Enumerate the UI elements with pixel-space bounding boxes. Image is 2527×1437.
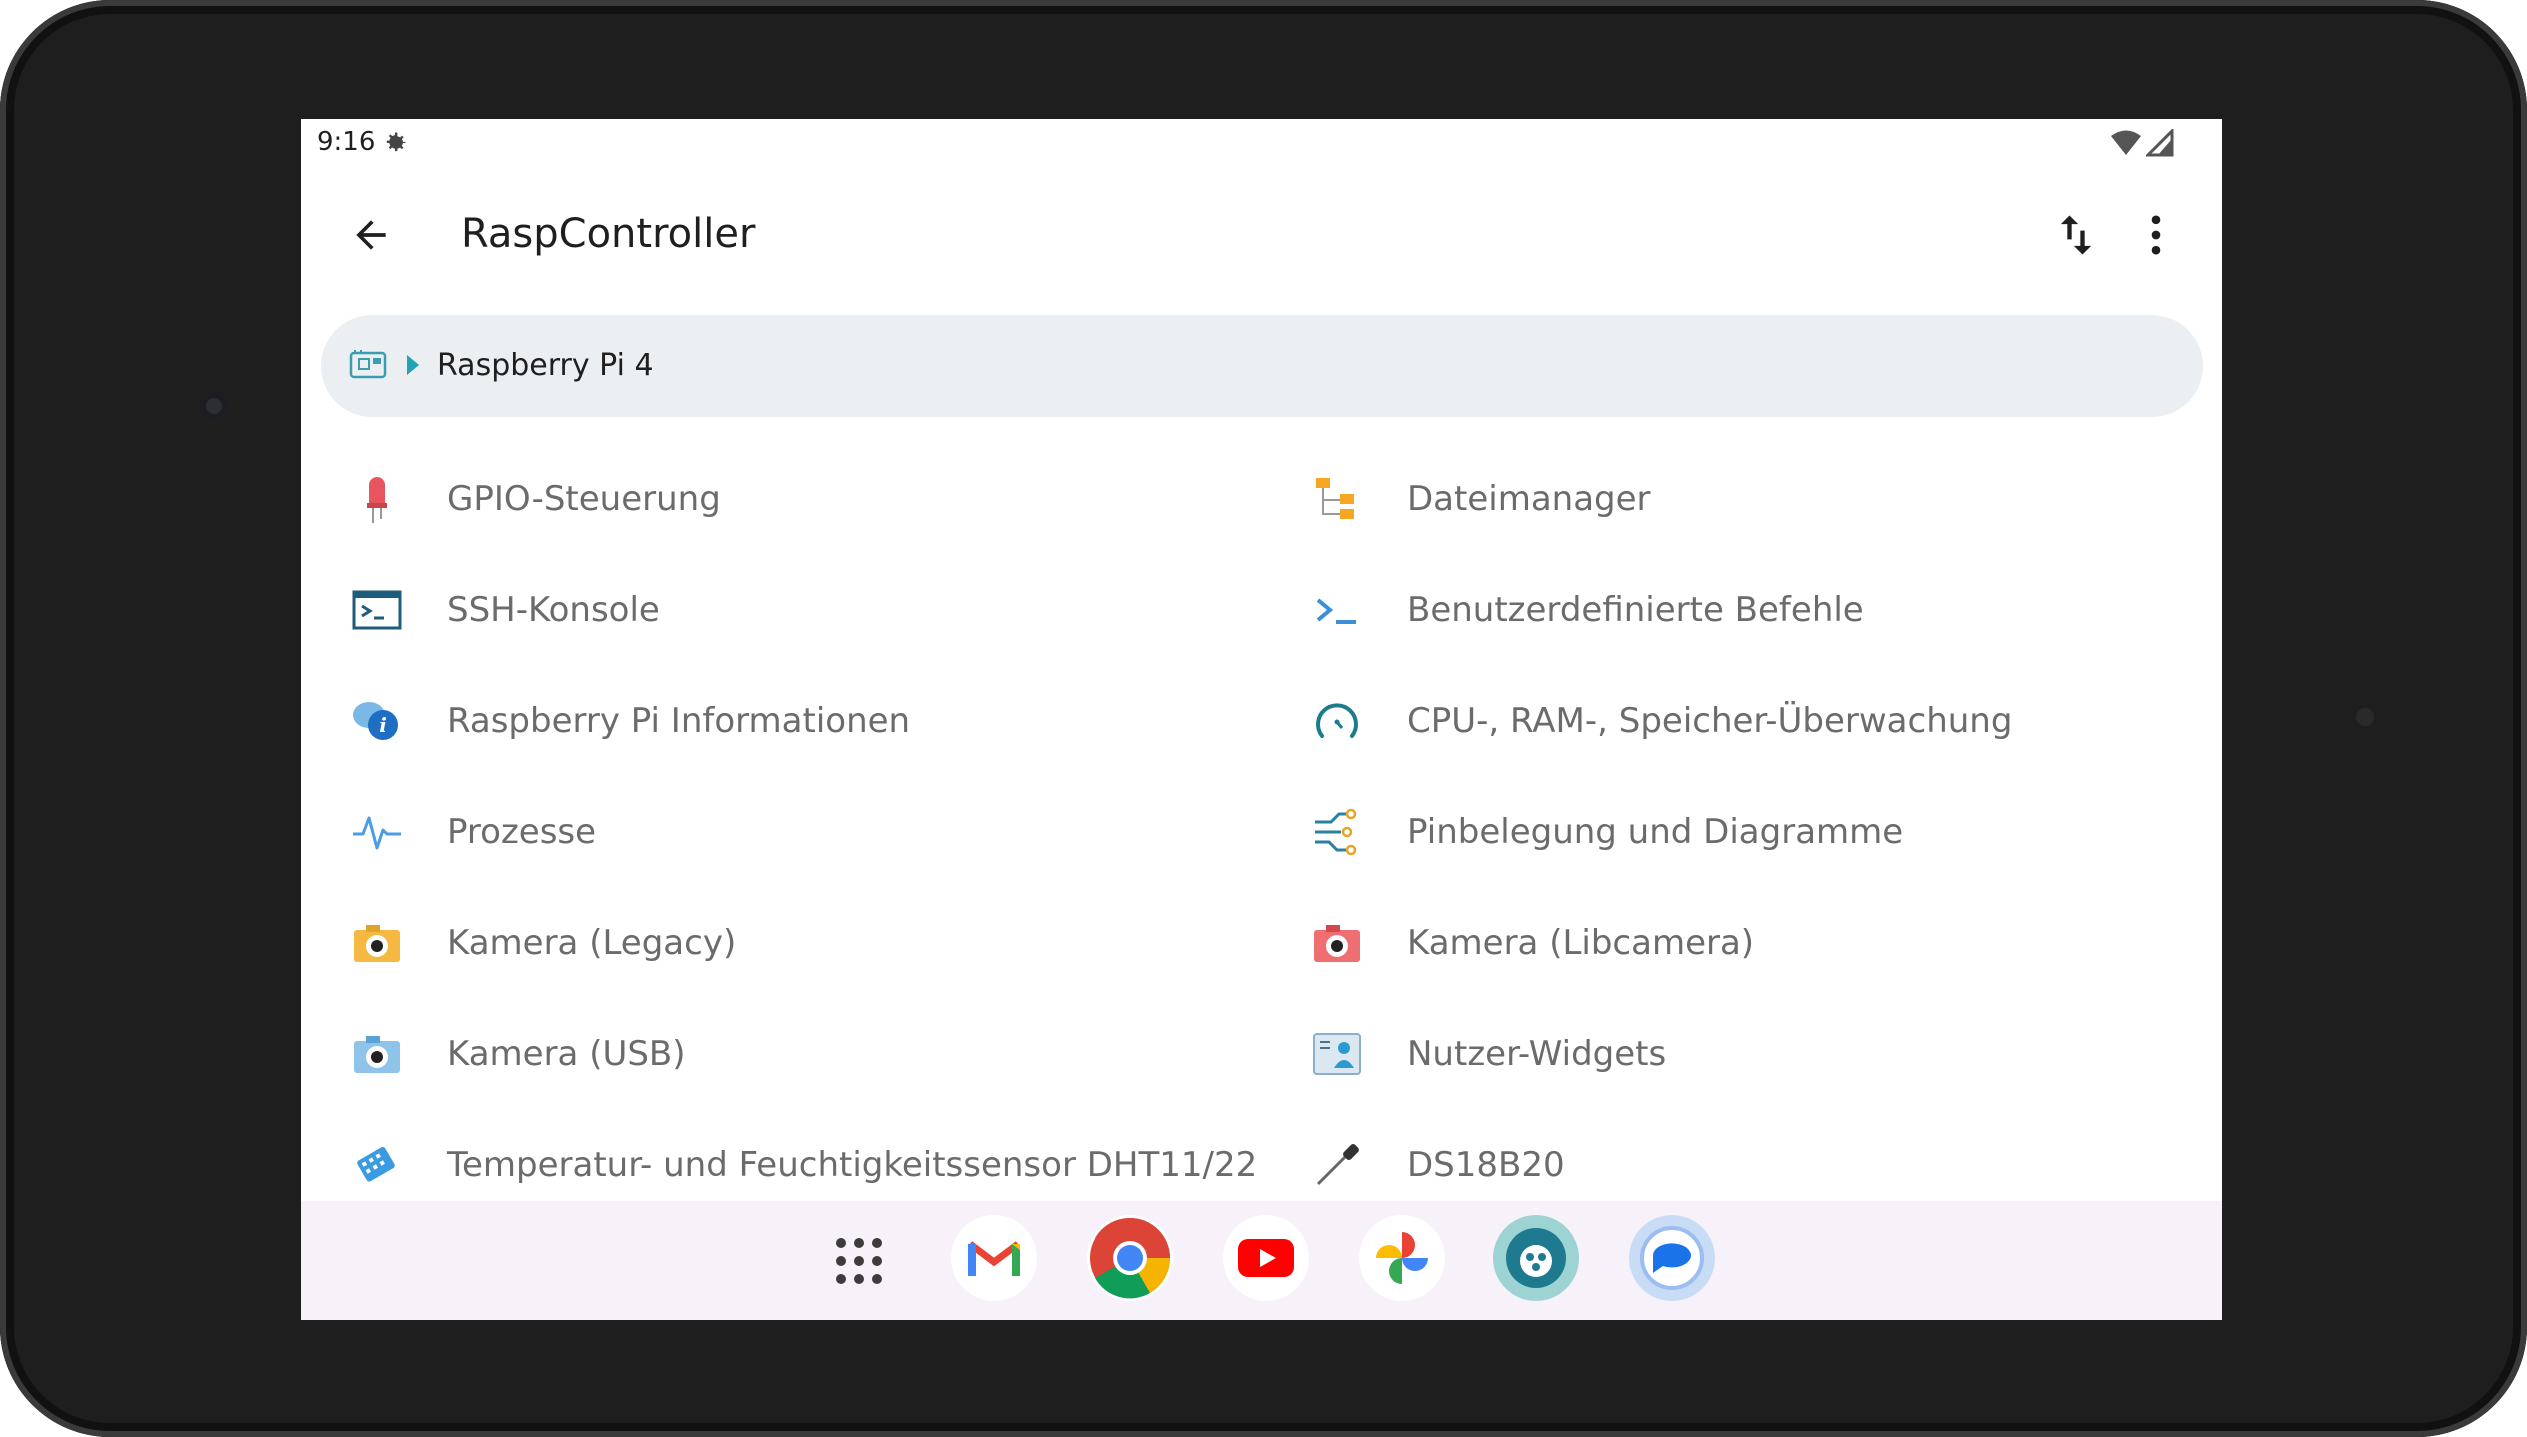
menu-item-label: DS18B20: [1407, 1145, 1565, 1185]
menu-item-camera-libcamera[interactable]: Kamera (Libcamera): [1261, 893, 1754, 993]
menu-item-gpio[interactable]: GPIO-Steuerung: [301, 449, 721, 549]
menu-item-ds18b20[interactable]: DS18B20: [1261, 1115, 1565, 1215]
taskbar-dock: [301, 1201, 2222, 1320]
menu-item-label: Raspberry Pi Informationen: [447, 701, 911, 741]
photos-icon[interactable]: [1359, 1215, 1445, 1301]
swap-vert-icon[interactable]: [2050, 209, 2102, 261]
device-selector[interactable]: Raspberry Pi 4: [321, 315, 2203, 417]
menu-item-label: SSH-Konsole: [447, 590, 660, 630]
menu-item-label: Temperatur- und Feuchtigkeitssensor DHT1…: [447, 1145, 1258, 1185]
gauge-icon: [1309, 693, 1365, 749]
youtube-icon[interactable]: [1223, 1215, 1309, 1301]
info-chat-icon: i: [349, 693, 405, 749]
status-bar: 9:16: [301, 119, 2222, 167]
wifi-icon: [2110, 129, 2142, 162]
menu-item-label: Nutzer-Widgets: [1407, 1034, 1667, 1074]
menu-item-label: Kamera (USB): [447, 1034, 686, 1074]
signal-icon: [2144, 127, 2174, 162]
menu-item-monitoring[interactable]: CPU-, RAM-, Speicher-Überwachung: [1261, 671, 2012, 771]
folder-tree-icon: [1309, 471, 1365, 527]
chevron-right-icon: [405, 353, 421, 382]
menu-item-label: Benutzerdefinierte Befehle: [1407, 590, 1864, 630]
menu-item-info[interactable]: i Raspberry Pi Informationen: [301, 671, 910, 771]
raspberry-board-icon: [349, 349, 389, 386]
menu-item-label: CPU-, RAM-, Speicher-Überwachung: [1407, 701, 2013, 741]
gear-icon: [381, 129, 409, 162]
menu-item-pinout[interactable]: Pinbelegung und Diagramme: [1261, 782, 1903, 882]
menu-item-filemanager[interactable]: Dateimanager: [1261, 449, 1651, 549]
sensor-dot: [2356, 708, 2374, 726]
menu-item-label: Kamera (Libcamera): [1407, 923, 1755, 963]
front-camera: [200, 392, 228, 420]
gmail-icon[interactable]: [951, 1215, 1037, 1301]
raspcontroller-icon[interactable]: [1493, 1215, 1579, 1301]
menu-item-dht-sensor[interactable]: Temperatur- und Feuchtigkeitssensor DHT1…: [301, 1115, 1257, 1215]
app-bar: RaspController: [301, 167, 2222, 303]
more-vert-icon[interactable]: [2130, 209, 2182, 261]
probe-icon: [1309, 1137, 1365, 1193]
svg-text:i: i: [379, 713, 387, 737]
menu-item-label: Pinbelegung und Diagramme: [1407, 812, 1904, 852]
led-icon: [349, 471, 405, 527]
camera-red-icon: [1309, 915, 1365, 971]
app-drawer-icon[interactable]: [833, 1235, 885, 1292]
pinout-icon: [1309, 804, 1365, 860]
menu-item-label: GPIO-Steuerung: [447, 479, 721, 519]
menu-item-processes[interactable]: Prozesse: [301, 782, 596, 882]
status-time: 9:16: [317, 127, 376, 157]
menu-item-camera-legacy[interactable]: Kamera (Legacy): [301, 893, 736, 993]
arrow-back-icon[interactable]: [349, 213, 393, 257]
menu-item-ssh[interactable]: SSH-Konsole: [301, 560, 660, 660]
messages-icon[interactable]: [1629, 1215, 1715, 1301]
widgets-icon: [1309, 1026, 1365, 1082]
menu-item-widgets[interactable]: Nutzer-Widgets: [1261, 1004, 1666, 1104]
prompt-icon: [1309, 582, 1365, 638]
menu-item-label: Kamera (Legacy): [447, 923, 737, 963]
camera-yellow-icon: [349, 915, 405, 971]
pulse-icon: [349, 804, 405, 860]
terminal-window-icon: [349, 582, 405, 638]
menu-item-label: Dateimanager: [1407, 479, 1651, 519]
sensor-icon: [349, 1137, 405, 1193]
menu-item-label: Prozesse: [447, 812, 597, 852]
camera-blue-icon: [349, 1026, 405, 1082]
page-title: RaspController: [461, 211, 756, 257]
chrome-icon[interactable]: [1087, 1215, 1173, 1301]
menu-item-camera-usb[interactable]: Kamera (USB): [301, 1004, 686, 1104]
screen: 9:16 RaspController Raspberry Pi 4 GPIO-…: [301, 119, 2222, 1320]
device-name: Raspberry Pi 4: [437, 348, 654, 383]
menu-item-custom-commands[interactable]: Benutzerdefinierte Befehle: [1261, 560, 1864, 660]
